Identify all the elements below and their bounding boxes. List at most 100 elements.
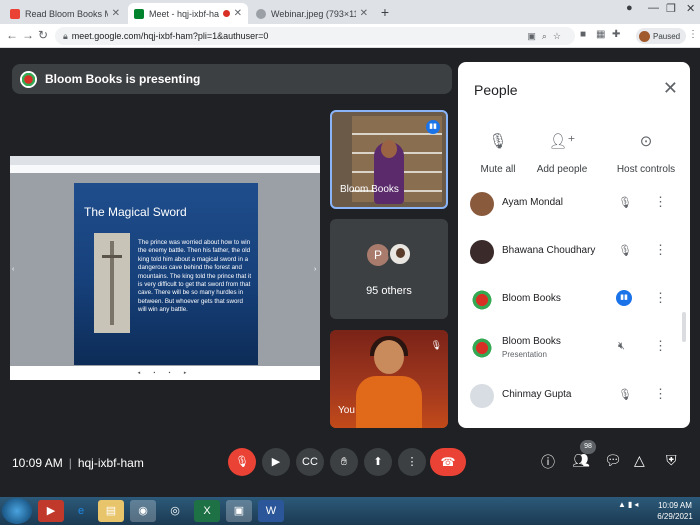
list-item[interactable]: Bhawana Choudhary 🎙︎ ⋮ <box>458 228 690 276</box>
self-head <box>374 340 404 374</box>
activities-button[interactable]: △ <box>634 452 645 469</box>
captions-icon: CC <box>302 456 318 468</box>
internet-explorer-icon[interactable]: e <box>68 500 94 522</box>
list-item[interactable]: Bloom Books ▮▮ ⋮ <box>458 276 690 324</box>
host-controls-button[interactable]: ⊙ Host controls <box>602 132 690 175</box>
toggle-icon: ⊙ <box>639 133 653 150</box>
slide-body-text: The prince was worried about how to win … <box>138 239 252 314</box>
chrome-alt-icon[interactable]: ◎ <box>162 500 188 522</box>
people-count-badge: 98 <box>580 440 596 454</box>
avatar: P <box>367 244 389 266</box>
browser-tab-strip: Read Bloom Books Mystery Read ✕ Meet - h… <box>0 0 700 24</box>
list-item[interactable]: Chinmay Gupta 🎙︎ ⋮ <box>458 372 690 420</box>
new-tab-button[interactable]: + <box>377 4 393 20</box>
chat-button[interactable]: 💬︎ <box>604 452 622 469</box>
more-options-icon[interactable]: ⋮ <box>654 194 667 210</box>
maximize-icon[interactable]: ❐ <box>666 2 676 15</box>
shared-screen: ‹ › The Magical Sword The prince was wor… <box>10 156 320 380</box>
file-explorer-icon[interactable]: ▤ <box>98 500 124 522</box>
mic-off-icon: 🎙︎ <box>618 197 632 209</box>
mic-toggle-button[interactable]: 🎙︎ <box>228 448 256 476</box>
gmail-icon <box>10 8 20 19</box>
others-tile[interactable]: P 95 others <box>330 219 448 319</box>
close-tab-icon[interactable]: ✕ <box>112 8 120 19</box>
presenting-banner: Bloom Books is presenting <box>12 64 452 94</box>
back-icon[interactable]: ← <box>6 28 18 42</box>
browser-menu-icon[interactable]: ⋮ <box>688 29 698 40</box>
more-options-icon[interactable]: ⋮ <box>654 242 667 258</box>
raise-hand-button[interactable]: ✋︎ <box>330 448 358 476</box>
profile-button[interactable]: Paused <box>636 28 687 44</box>
extension-icon[interactable]: ▦ <box>596 29 605 40</box>
camera-toggle-button[interactable]: ▶︎ <box>262 448 290 476</box>
url-bar[interactable]: 🔒︎ meet.google.com/hqj-ixbf-ham?pli=1&aut… <box>55 27 575 45</box>
close-window-icon[interactable]: ✕ <box>686 2 695 15</box>
people-panel: People ✕ 🎙︎ Mute all 👤︎⁺ Add people ⊙ Ho… <box>458 62 690 428</box>
presenter-tile[interactable]: ▮▮ Bloom Books <box>330 110 448 209</box>
close-icon[interactable]: ✕ <box>663 78 678 99</box>
sword-image <box>94 233 130 333</box>
word-icon[interactable]: W <box>258 500 284 522</box>
presenter-name: Bloom Books <box>340 184 399 195</box>
avatar <box>470 192 494 216</box>
present-icon: ⬆︎ <box>373 456 383 468</box>
shared-browser-tabs <box>10 156 320 165</box>
people-icon: 👥︎ <box>572 452 590 468</box>
media-player-icon[interactable]: ▶ <box>38 500 64 522</box>
mic-off-icon: 🎙︎ <box>430 340 442 350</box>
self-name: You <box>338 405 355 416</box>
others-count: 95 others <box>366 285 412 297</box>
present-now-button[interactable]: ⬆︎ <box>364 448 392 476</box>
next-slide-icon: › <box>314 266 317 273</box>
avatar <box>470 336 494 360</box>
start-button[interactable] <box>2 498 32 524</box>
close-tab-icon[interactable]: ✕ <box>360 8 368 19</box>
extension-icon[interactable]: ■ <box>580 29 586 40</box>
tab-meet[interactable]: Meet - hqj-ixbf-ham ✕ <box>128 3 248 24</box>
taskbar-clock[interactable]: 10:09 AM 6/29/2021 <box>652 500 698 522</box>
tab-search-icon[interactable]: ● <box>626 2 633 14</box>
meeting-info: 10:09 AM | hqj-ixbf-ham <box>12 456 144 470</box>
meeting-details-button[interactable]: ⓘ <box>541 452 555 472</box>
more-options-button[interactable]: ⋮ <box>398 448 426 476</box>
leave-call-button[interactable]: ☎︎ <box>430 448 466 476</box>
more-options-icon[interactable]: ⋮ <box>654 338 667 354</box>
sword-blade <box>110 241 114 325</box>
system-tray[interactable]: ▲▮◂ <box>618 500 640 509</box>
panel-title: People <box>474 82 518 98</box>
more-options-icon: ⋮ <box>406 456 418 468</box>
chrome-icon[interactable]: ◉ <box>130 500 156 522</box>
self-tile[interactable]: 🎙︎ You <box>330 330 448 428</box>
tab-gmail[interactable]: Read Bloom Books Mystery Read ✕ <box>4 3 126 24</box>
meeting-code: hqj-ixbf-ham <box>77 456 144 470</box>
window-icon[interactable]: ▣ <box>226 500 252 522</box>
more-options-icon[interactable]: ⋮ <box>654 386 667 402</box>
excel-icon[interactable]: X <box>194 500 220 522</box>
add-people-button[interactable]: 👤︎⁺ Add people <box>522 132 602 175</box>
avatar <box>470 240 494 264</box>
slide-controls: ◂ ▪ ▪ ▸ <box>10 366 320 380</box>
forward-icon[interactable]: → <box>22 28 34 42</box>
list-item[interactable]: Bloom Books Presentation 🔇︎ ⋮ <box>458 324 690 372</box>
avatar <box>388 242 412 266</box>
puzzle-icon[interactable]: ✚ <box>612 29 620 40</box>
panel-scrollbar[interactable] <box>682 312 686 342</box>
close-tab-icon[interactable]: ✕ <box>234 8 242 19</box>
address-toolbar: ← → ↻ 🔒︎ meet.google.com/hqj-ixbf-ham?pli… <box>0 24 700 48</box>
meet-icon <box>134 8 144 19</box>
show-everyone-button[interactable]: 👥︎ <box>572 452 590 469</box>
shared-browser-address <box>10 165 320 173</box>
omnibox-actions[interactable]: ▣⌕☆ <box>527 27 567 45</box>
avatar <box>470 384 494 408</box>
captions-button[interactable]: CC <box>296 448 324 476</box>
host-controls-toggle[interactable]: ⛨ <box>666 452 677 469</box>
list-item[interactable]: Ayam Mondal 🎙︎ ⋮ <box>458 180 690 228</box>
tab-webinar-image[interactable]: Webinar.jpeg (793×1122) ✕ <box>250 3 374 24</box>
more-options-icon[interactable]: ⋮ <box>654 290 667 306</box>
mic-off-icon: 🎙︎ <box>618 245 632 257</box>
minimize-icon[interactable]: — <box>648 2 659 14</box>
shapes-icon: △ <box>634 452 645 468</box>
info-icon: ⓘ <box>541 454 555 470</box>
avatar <box>639 30 650 42</box>
reload-icon[interactable]: ↻ <box>38 28 48 42</box>
